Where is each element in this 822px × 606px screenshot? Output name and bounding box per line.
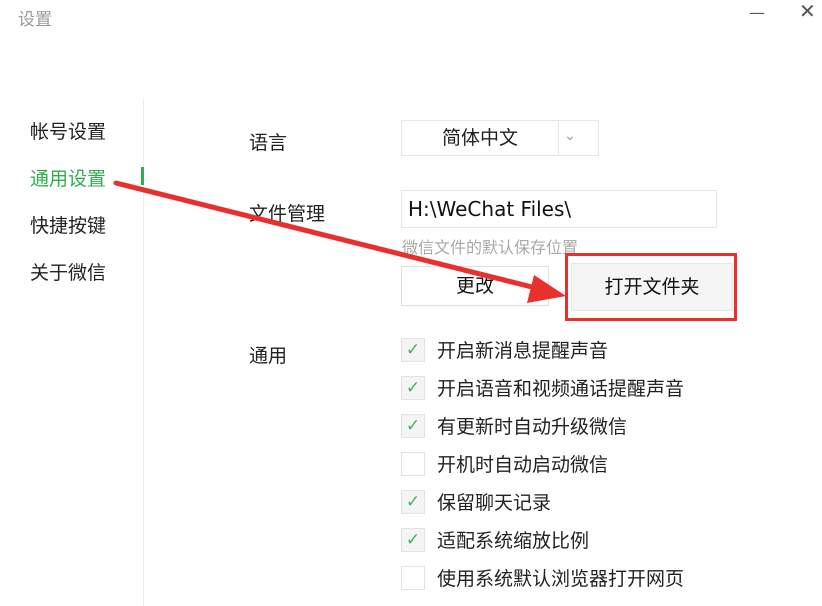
checkbox[interactable]: ✓ <box>401 414 425 438</box>
sidebar-item-about[interactable]: 关于微信 <box>30 258 106 285</box>
select-separator <box>558 121 559 155</box>
option-label[interactable]: 开启新消息提醒声音 <box>437 336 608 363</box>
checkbox[interactable]: ✓ <box>401 528 425 552</box>
checkbox[interactable] <box>401 566 425 590</box>
window-title: 设置 <box>18 10 52 30</box>
open-folder-button[interactable]: 打开文件夹 <box>571 263 733 311</box>
option-label[interactable]: 保留聊天记录 <box>437 488 551 515</box>
checkbox[interactable] <box>401 452 425 476</box>
minimize-icon[interactable]: — <box>749 2 765 24</box>
language-label: 语言 <box>249 132 288 154</box>
change-button[interactable]: 更改 <box>401 266 549 306</box>
file-path-hint: 微信文件的默认保存位置 <box>402 238 579 257</box>
file-path-field[interactable]: H:\WeChat Files\ <box>401 190 717 228</box>
chevron-down-icon[interactable]: ⌄ <box>564 128 576 144</box>
close-icon[interactable]: ✕ <box>799 0 816 22</box>
option-label[interactable]: 开启语音和视频通话提醒声音 <box>437 374 684 401</box>
general-label: 通用 <box>249 345 288 367</box>
language-select[interactable]: 简体中文 ⌄ <box>401 120 599 156</box>
active-indicator <box>141 167 144 185</box>
language-value: 简体中文 <box>441 127 518 149</box>
checkbox[interactable]: ✓ <box>401 376 425 400</box>
option-label[interactable]: 开机时自动启动微信 <box>437 450 608 477</box>
option-label[interactable]: 使用系统默认浏览器打开网页 <box>437 564 684 591</box>
sidebar-item-general[interactable]: 通用设置 <box>30 164 106 191</box>
checkbox[interactable]: ✓ <box>401 490 425 514</box>
option-label[interactable]: 有更新时自动升级微信 <box>437 412 627 439</box>
file-management-label: 文件管理 <box>249 203 326 225</box>
option-label[interactable]: 适配系统缩放比例 <box>437 526 589 553</box>
sidebar-item-account[interactable]: 帐号设置 <box>30 117 106 144</box>
sidebar-item-shortcuts[interactable]: 快捷按键 <box>30 211 106 238</box>
checkbox[interactable]: ✓ <box>401 338 425 362</box>
